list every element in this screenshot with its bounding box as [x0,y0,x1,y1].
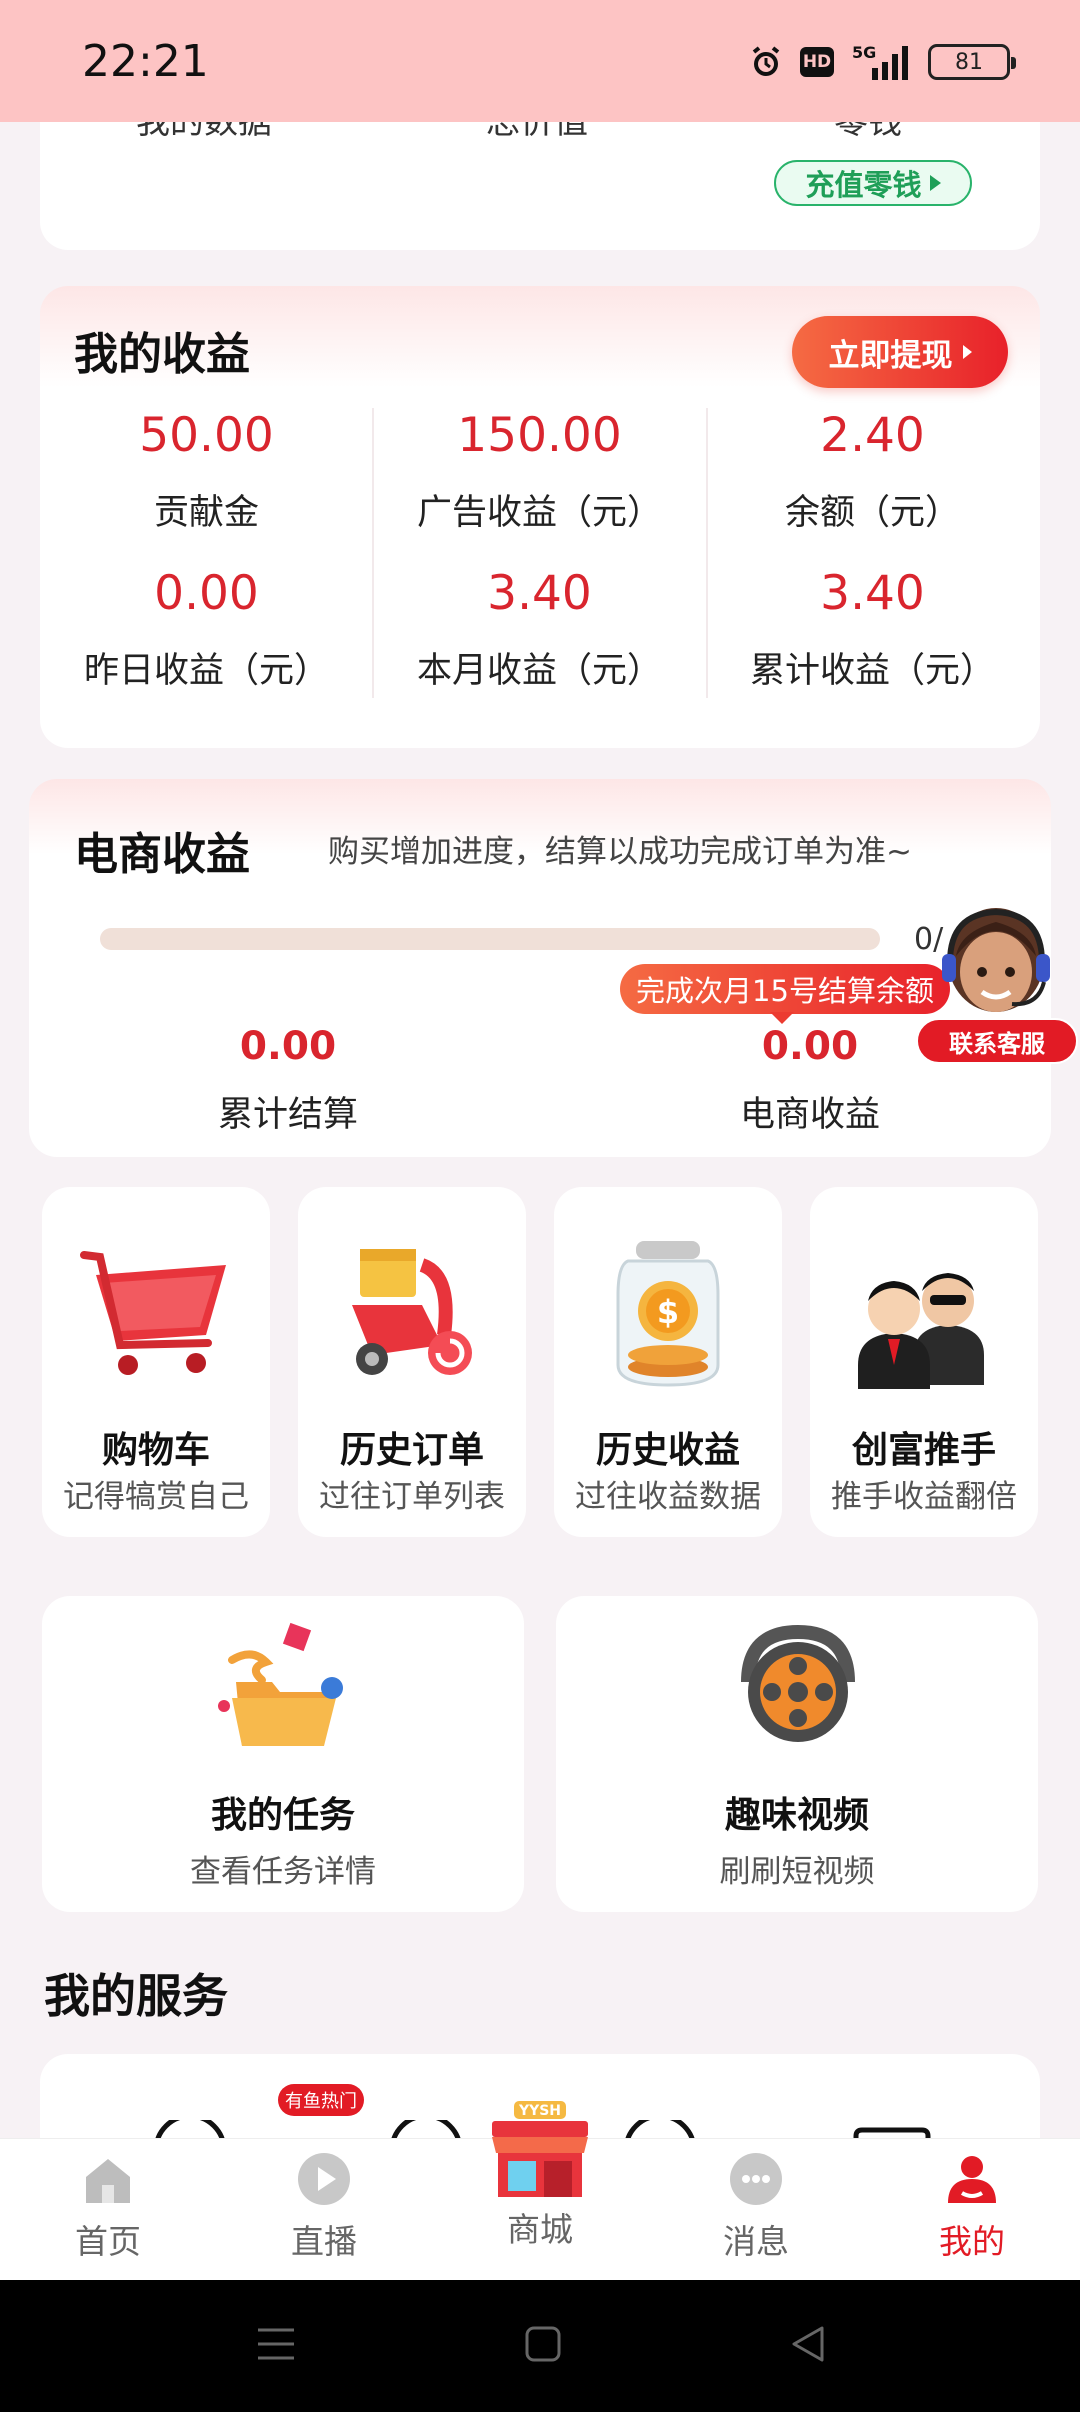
tab-label: 首页 [75,2222,141,2261]
hot-badge: 有鱼热门 [278,2084,364,2116]
tab-live[interactable]: 直播 [216,2139,432,2281]
customer-service-avatar-icon [942,908,1050,1012]
tile-history-earnings[interactable]: $ 历史收益 过往收益数据 [554,1187,782,1537]
tile-title: 趣味视频 [724,1795,869,1836]
tile-title: 创富推手 [851,1430,996,1471]
chat-bubble-icon [730,2153,782,2205]
tile-subtitle: 过往收益数据 [575,1479,761,1515]
signal-icon: 5G [852,43,908,80]
arrow-right-icon [962,345,972,359]
tile-title: 历史收益 [595,1430,740,1471]
contact-service-button[interactable]: 联系客服 [916,1018,1078,1064]
svg-text:$: $ [657,1293,679,1331]
tab-label: 我的 [939,2222,1005,2261]
hd-icon: HD [800,47,834,77]
stat-label: 本月收益（元） [416,651,662,691]
tab-label: 直播 [291,2222,357,2261]
user-icon [948,2156,996,2203]
status-icons: HD 5G 81 [748,40,1016,84]
ecommerce-description: 购买增加进度，结算以成功完成订单为准~ [328,834,912,870]
alarm-icon [752,46,780,76]
recharge-label: 充值零钱 [805,168,922,202]
tile-title: 我的任务 [210,1795,355,1836]
withdraw-button[interactable]: 立即提现 [792,316,1008,388]
tab-me[interactable]: 我的 [864,2139,1080,2281]
ecommerce-title: 电商收益 [74,829,250,880]
tile-shopping-cart[interactable]: 购物车 记得犒赏自己 [42,1187,270,1537]
tile-wealth-promoter[interactable]: 创富推手 推手收益翻倍 [810,1187,1038,1537]
tile-subtitle: 推手收益翻倍 [831,1479,1017,1515]
tab-label: 消息 [723,2222,789,2261]
film-reel-icon [741,1624,855,1742]
tip-pointer [770,1012,794,1024]
home-nav-icon[interactable] [524,2324,562,2364]
status-bar: 22:21 HD 5G 81 [0,0,1080,122]
stat-value: 2.40 [820,408,925,463]
store-sign: YYSH [518,2103,561,2119]
tile-fun-videos[interactable]: 趣味视频 刷刷短视频 [556,1596,1038,1912]
stat-value: 0.00 [154,566,259,621]
tile-history-orders[interactable]: 历史订单 过往订单列表 [298,1187,526,1537]
tile-subtitle: 刷刷短视频 [719,1854,875,1890]
stat-label: 广告收益（元） [416,493,662,533]
ecommerce-progress-bar [100,928,880,950]
back-icon[interactable] [788,2324,828,2364]
tile-subtitle: 过往订单列表 [319,1479,505,1515]
stat-value: 50.00 [139,408,274,463]
arrow-right-icon [929,175,941,191]
bottom-tab-bar: 首页 直播 YYSH 商城 消息 我的 [0,2101,1080,2281]
task-folder-icon [218,1622,343,1746]
tile-my-tasks[interactable]: 我的任务 查看任务详情 [42,1596,524,1912]
shopping-cart-icon [80,1251,226,1375]
tab-messages[interactable]: 消息 [648,2139,864,2281]
settled-value: 0.00 [239,1024,337,1069]
menu-icon[interactable] [254,2324,298,2364]
home-icon [86,2159,130,2203]
battery-level: 81 [955,49,983,75]
tile-title: 历史订单 [339,1430,484,1471]
battery-icon: 81 [928,44,1016,80]
business-people-icon [858,1273,984,1389]
system-navigation-bar [0,2280,1080,2412]
tile-subtitle: 查看任务详情 [190,1854,376,1890]
earnings-title: 我的收益 [74,329,250,380]
stat-value: 3.40 [820,566,925,621]
coin-jar-icon: $ [616,1241,720,1387]
settlement-tip: 完成次月15号结算余额 [620,964,950,1014]
stat-label: 累计收益（元） [749,651,995,691]
tab-store[interactable]: YYSH 商城 [432,2101,648,2281]
recharge-button[interactable]: 充值零钱 [774,160,972,206]
tile-subtitle: 记得犒赏自己 [63,1479,249,1515]
stat-label: 贡献金 [153,493,259,533]
withdraw-label: 立即提现 [828,337,953,374]
tile-title: 购物车 [101,1430,210,1471]
stat-label: 余额（元） [784,493,960,533]
settled-label: 累计结算 [217,1095,358,1135]
delivery-scooter-icon [352,1249,472,1375]
tab-home[interactable]: 首页 [0,2139,216,2281]
play-icon [298,2153,350,2205]
store-icon: YYSH [492,2101,588,2197]
ecommerce-income-label: 电商收益 [739,1095,880,1135]
svg-text:5G: 5G [852,43,876,62]
status-time: 22:21 [82,36,209,87]
tab-label: 商城 [507,2210,573,2249]
stat-value: 150.00 [457,408,622,463]
stat-label: 昨日收益（元） [83,651,329,691]
stat-value: 3.40 [487,566,592,621]
services-title: 我的服务 [44,1969,228,2023]
